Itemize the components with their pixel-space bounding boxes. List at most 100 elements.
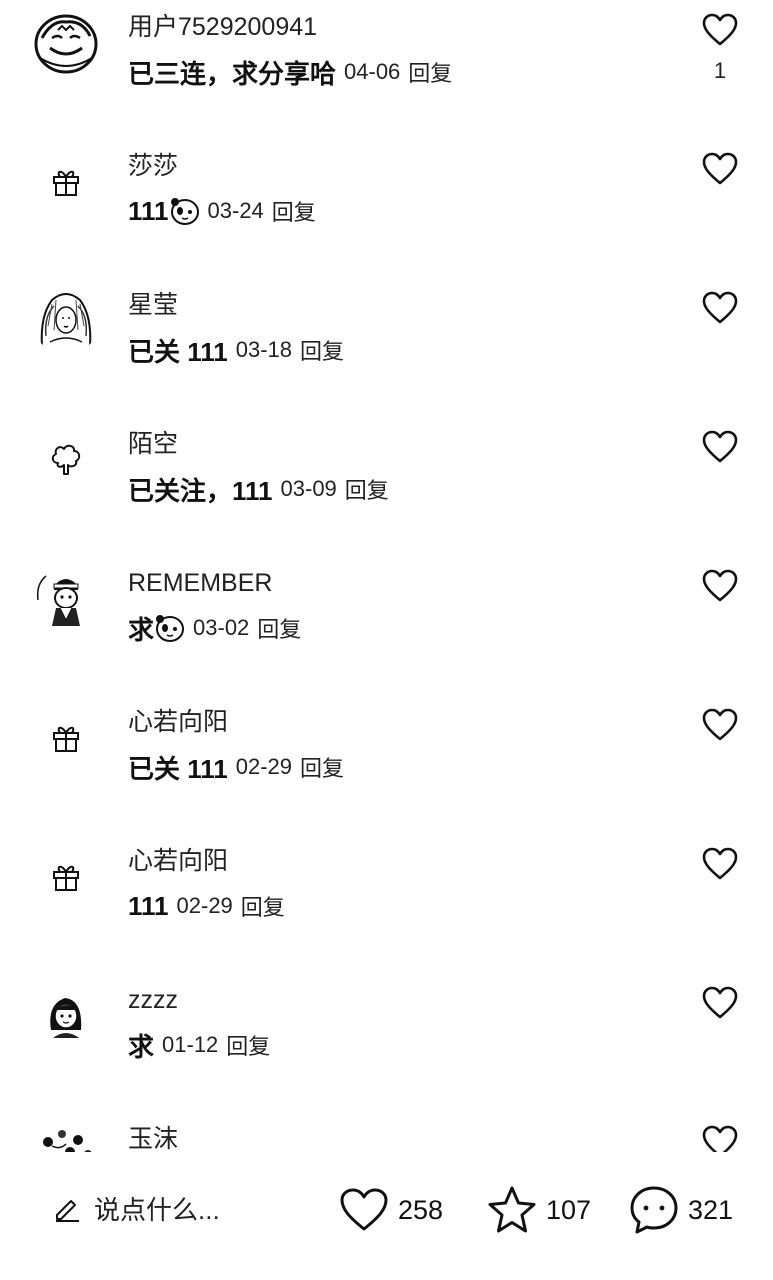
comment-text: 已关 111 bbox=[128, 753, 228, 784]
like-button[interactable] bbox=[700, 10, 740, 50]
heart-icon bbox=[702, 13, 738, 46]
heart-icon bbox=[702, 569, 738, 602]
heart-icon bbox=[702, 1125, 738, 1152]
comment-item[interactable]: REMEMBER 求 03-02 回复 bbox=[0, 560, 773, 698]
avatar[interactable] bbox=[32, 564, 100, 632]
heart-icon bbox=[702, 847, 738, 880]
comment-text: 已三连，求分享哈 bbox=[128, 58, 337, 89]
comment-item[interactable]: 星莹 已关 111 03-18 回复 bbox=[0, 282, 773, 420]
like-button[interactable] bbox=[700, 427, 740, 467]
comment-author[interactable]: 莎莎 bbox=[128, 151, 178, 181]
reply-link[interactable]: 回复 bbox=[345, 473, 389, 505]
comment-author[interactable]: zzzz bbox=[128, 985, 178, 1015]
avatar[interactable] bbox=[32, 842, 100, 910]
comment-text: 求 bbox=[128, 1031, 155, 1062]
avatar[interactable] bbox=[32, 1120, 100, 1152]
favorite-button[interactable]: 107 bbox=[486, 1182, 591, 1238]
comment-body: 已三连，求分享哈 04-06 回复 bbox=[128, 56, 452, 89]
flower-pattern-avatar bbox=[33, 1121, 99, 1152]
comment-item[interactable]: zzzz 求 01-12 回复 bbox=[0, 977, 773, 1115]
heart-icon bbox=[702, 291, 738, 324]
comment-text: 求 bbox=[128, 614, 155, 645]
pencil-icon bbox=[56, 1200, 79, 1222]
comment-body: 求 01-12 回复 bbox=[128, 1029, 270, 1062]
comment-button[interactable]: 321 bbox=[628, 1182, 733, 1238]
comment-date: 01-12 bbox=[162, 1032, 219, 1057]
comment-item[interactable]: 陌空 已关注，111 03-09 回复 bbox=[0, 421, 773, 559]
comment-input[interactable]: 说点什么... bbox=[52, 1186, 220, 1230]
comment-date: 04-06 bbox=[344, 59, 401, 84]
reply-link[interactable]: 回复 bbox=[300, 751, 344, 783]
like-post-button[interactable]: 258 bbox=[338, 1182, 443, 1238]
heart-icon bbox=[702, 430, 738, 463]
like-button[interactable] bbox=[700, 288, 740, 328]
like-button[interactable] bbox=[700, 705, 740, 745]
avatar[interactable] bbox=[32, 703, 100, 771]
avatar[interactable] bbox=[32, 981, 100, 1049]
gift-icon bbox=[53, 170, 79, 196]
comment-author[interactable]: 心若向阳 bbox=[128, 707, 228, 737]
comment-item[interactable]: 用户7529200941 已三连，求分享哈 04-06 回复 1 bbox=[0, 4, 773, 142]
gift-icon bbox=[53, 865, 79, 891]
reply-link[interactable]: 回复 bbox=[226, 1029, 270, 1061]
avatar[interactable] bbox=[32, 286, 100, 354]
comment-body: 已关 111 03-18 回复 bbox=[128, 334, 344, 367]
avatar[interactable] bbox=[32, 8, 100, 76]
comment-item[interactable]: 心若向阳 111 02-29 回复 bbox=[0, 838, 773, 976]
panda-emoji-icon bbox=[170, 198, 199, 225]
comment-list[interactable]: 用户7529200941 已三连，求分享哈 04-06 回复 1 莎莎 111 bbox=[0, 0, 773, 1152]
reply-link[interactable]: 回复 bbox=[408, 56, 452, 88]
bottom-action-bar: 说点什么... 258 107 321 bbox=[0, 1156, 773, 1266]
like-button[interactable] bbox=[700, 149, 740, 189]
heart-icon bbox=[340, 1188, 388, 1231]
comment-body: 已关注，111 03-09 回复 bbox=[128, 473, 389, 506]
comment-date: 02-29 bbox=[176, 893, 233, 918]
comment-date: 03-24 bbox=[207, 198, 264, 223]
comment-author[interactable]: 星莹 bbox=[128, 290, 178, 320]
like-count: 258 bbox=[398, 1194, 444, 1225]
comment-text: 111 bbox=[128, 890, 169, 921]
reply-link[interactable]: 回复 bbox=[300, 334, 344, 366]
avatar[interactable] bbox=[32, 425, 100, 493]
comment-body: 111 02-29 回复 bbox=[128, 890, 285, 922]
comment-date: 03-18 bbox=[235, 337, 293, 362]
girl-sketch-avatar bbox=[33, 287, 99, 353]
like-button[interactable] bbox=[700, 844, 740, 884]
gift-icon bbox=[53, 726, 79, 752]
reply-link[interactable]: 回复 bbox=[241, 890, 285, 922]
comment-body: 已关 111 02-29 回复 bbox=[128, 751, 344, 784]
star-icon bbox=[488, 1186, 536, 1233]
avatar[interactable] bbox=[32, 147, 100, 215]
comment-author[interactable]: 用户7529200941 bbox=[128, 12, 317, 42]
comment-date: 02-29 bbox=[235, 754, 293, 779]
tree-icon bbox=[51, 444, 81, 475]
heart-icon bbox=[702, 152, 738, 185]
comment-body: 求 03-02 回复 bbox=[128, 612, 301, 645]
comment-item[interactable]: 莎莎 111 03-24 回复 bbox=[0, 143, 773, 281]
comment-text: 已关注，111 bbox=[128, 475, 273, 506]
comment-text: 已关 111 bbox=[128, 336, 228, 367]
boy-cartoon-avatar bbox=[33, 565, 99, 631]
comment-count: 321 bbox=[688, 1194, 734, 1225]
comment-text: 111 bbox=[128, 195, 169, 226]
comment-body: 111 03-24 回复 bbox=[128, 195, 316, 227]
comment-item[interactable]: 心若向阳 已关 111 02-29 回复 bbox=[0, 699, 773, 837]
like-button[interactable] bbox=[700, 566, 740, 606]
panda-emoji-icon bbox=[156, 615, 185, 642]
comment-bubble-icon bbox=[630, 1186, 678, 1234]
like-button[interactable] bbox=[700, 1122, 740, 1152]
comment-date: 03-09 bbox=[280, 476, 337, 501]
like-button[interactable] bbox=[700, 983, 740, 1023]
reply-link[interactable]: 回复 bbox=[257, 612, 301, 644]
like-count: 1 bbox=[713, 58, 727, 83]
heart-icon bbox=[702, 708, 738, 741]
comment-author[interactable]: 玉沫 bbox=[128, 1124, 178, 1152]
favorite-count: 107 bbox=[546, 1194, 592, 1225]
reply-link[interactable]: 回复 bbox=[272, 195, 316, 227]
heart-icon bbox=[702, 986, 738, 1019]
comment-item[interactable]: 玉沫 bbox=[0, 1116, 773, 1152]
comment-author[interactable]: 陌空 bbox=[128, 429, 178, 459]
comment-author[interactable]: REMEMBER bbox=[128, 568, 272, 598]
girl-cartoon-avatar bbox=[50, 998, 82, 1038]
comment-author[interactable]: 心若向阳 bbox=[128, 846, 228, 876]
